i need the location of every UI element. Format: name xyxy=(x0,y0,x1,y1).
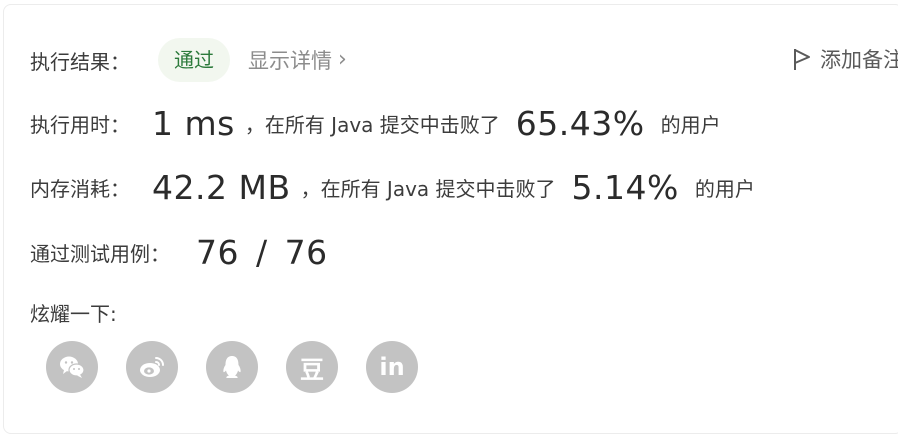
share-linkedin-button[interactable]: in xyxy=(366,341,418,393)
result-label: 执行结果： xyxy=(30,49,130,74)
runtime-value: 1 ms xyxy=(152,104,235,143)
qq-icon xyxy=(223,356,241,378)
tests-row: 通过测试用例： 76 / 76 xyxy=(30,233,328,272)
memory-prefix: ，在所有 Java 提交中击败了 xyxy=(300,177,556,201)
tests-label: 通过测试用例： xyxy=(30,242,170,266)
share-row: 炫耀一下: xyxy=(30,298,117,327)
runtime-prefix: ，在所有 Java 提交中击败了 xyxy=(244,113,500,137)
status-badge: 通过 xyxy=(158,38,230,82)
share-qq-button[interactable] xyxy=(206,341,258,393)
share-wechat-button[interactable] xyxy=(46,341,98,393)
runtime-suffix: 的用户 xyxy=(660,113,721,137)
show-details-label: 显示详情 xyxy=(248,49,332,73)
weibo-icon xyxy=(140,357,164,377)
runtime-label: 执行用时： xyxy=(30,113,130,137)
memory-suffix: 的用户 xyxy=(694,177,755,201)
memory-percent: 5.14% xyxy=(571,168,679,207)
wechat-icon xyxy=(60,356,85,378)
memory-row: 内存消耗： 42.2 MB ，在所有 Java 提交中击败了 5.14% 的用户 xyxy=(30,168,755,207)
linkedin-icon: in xyxy=(379,353,405,381)
runtime-row: 执行用时： 1 ms ，在所有 Java 提交中击败了 65.43% 的用户 xyxy=(30,104,721,143)
share-buttons: 豆 in xyxy=(46,341,418,393)
share-weibo-button[interactable] xyxy=(126,341,178,393)
memory-label: 内存消耗： xyxy=(30,177,130,201)
add-note-button[interactable]: 添加备注 xyxy=(792,44,898,74)
douban-icon: 豆 xyxy=(300,355,324,384)
share-label: 炫耀一下: xyxy=(30,302,117,326)
share-douban-button[interactable]: 豆 xyxy=(286,341,338,393)
result-row: 执行结果： 通过 显示详情 › xyxy=(30,38,347,82)
tests-value: 76 / 76 xyxy=(196,233,328,272)
add-note-label: 添加备注 xyxy=(820,48,898,72)
show-details-link[interactable]: 显示详情 › xyxy=(248,45,347,75)
runtime-percent: 65.43% xyxy=(515,104,645,143)
flag-icon xyxy=(794,49,810,70)
memory-value: 42.2 MB xyxy=(152,168,291,207)
chevron-right-icon: › xyxy=(338,47,347,72)
